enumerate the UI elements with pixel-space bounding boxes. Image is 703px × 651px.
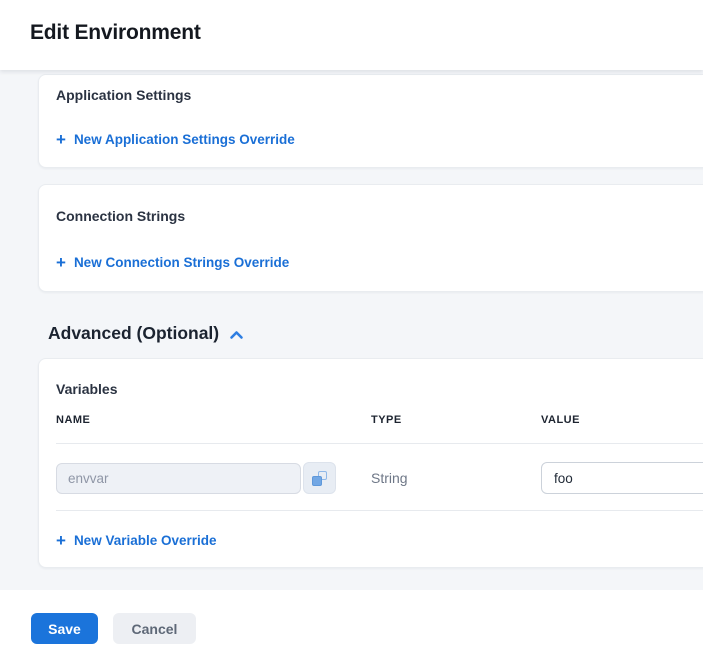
variable-value-field: [541, 462, 703, 494]
page-header: Edit Environment: [0, 0, 703, 70]
variables-card: Variables NAME TYPE VALUE String: [38, 358, 703, 568]
advanced-section-toggle[interactable]: Advanced (Optional): [48, 321, 244, 345]
new-connection-strings-override-link[interactable]: + New Connection Strings Override: [56, 255, 289, 270]
variable-type-text: String: [371, 470, 541, 486]
action-footer: Save Cancel: [0, 590, 703, 651]
cancel-button[interactable]: Cancel: [113, 613, 196, 644]
new-application-settings-override-link[interactable]: + New Application Settings Override: [56, 132, 295, 147]
variable-value-input[interactable]: [541, 462, 703, 494]
link-label: New Application Settings Override: [74, 132, 295, 147]
plus-icon: +: [56, 256, 66, 269]
application-settings-heading: Application Settings: [56, 87, 703, 103]
page-title: Edit Environment: [0, 0, 703, 45]
link-label: New Variable Override: [74, 533, 217, 548]
link-label: New Connection Strings Override: [74, 255, 289, 270]
variables-heading: Variables: [39, 359, 703, 397]
variables-table-header: NAME TYPE VALUE: [39, 397, 703, 426]
scroll-content: Application Settings + New Application S…: [0, 70, 703, 590]
save-button[interactable]: Save: [31, 613, 98, 644]
copy-button[interactable]: [303, 462, 336, 494]
column-header-value: VALUE: [541, 414, 703, 426]
plus-icon: +: [56, 133, 66, 146]
new-variable-override-link[interactable]: + New Variable Override: [56, 533, 217, 548]
column-header-name: NAME: [56, 414, 371, 426]
column-header-type: TYPE: [371, 414, 541, 426]
table-divider: [56, 510, 703, 511]
chevron-up-icon: [229, 324, 244, 345]
copy-icon: [312, 471, 327, 486]
application-settings-card: Application Settings + New Application S…: [38, 74, 703, 168]
variable-row: String: [39, 444, 703, 510]
plus-icon: +: [56, 534, 66, 547]
advanced-section-label: Advanced (Optional): [48, 323, 219, 344]
connection-strings-card: Connection Strings + New Connection Stri…: [38, 184, 703, 292]
variable-name-input[interactable]: [56, 463, 301, 494]
variable-name-field: [56, 462, 371, 494]
connection-strings-heading: Connection Strings: [56, 208, 703, 224]
